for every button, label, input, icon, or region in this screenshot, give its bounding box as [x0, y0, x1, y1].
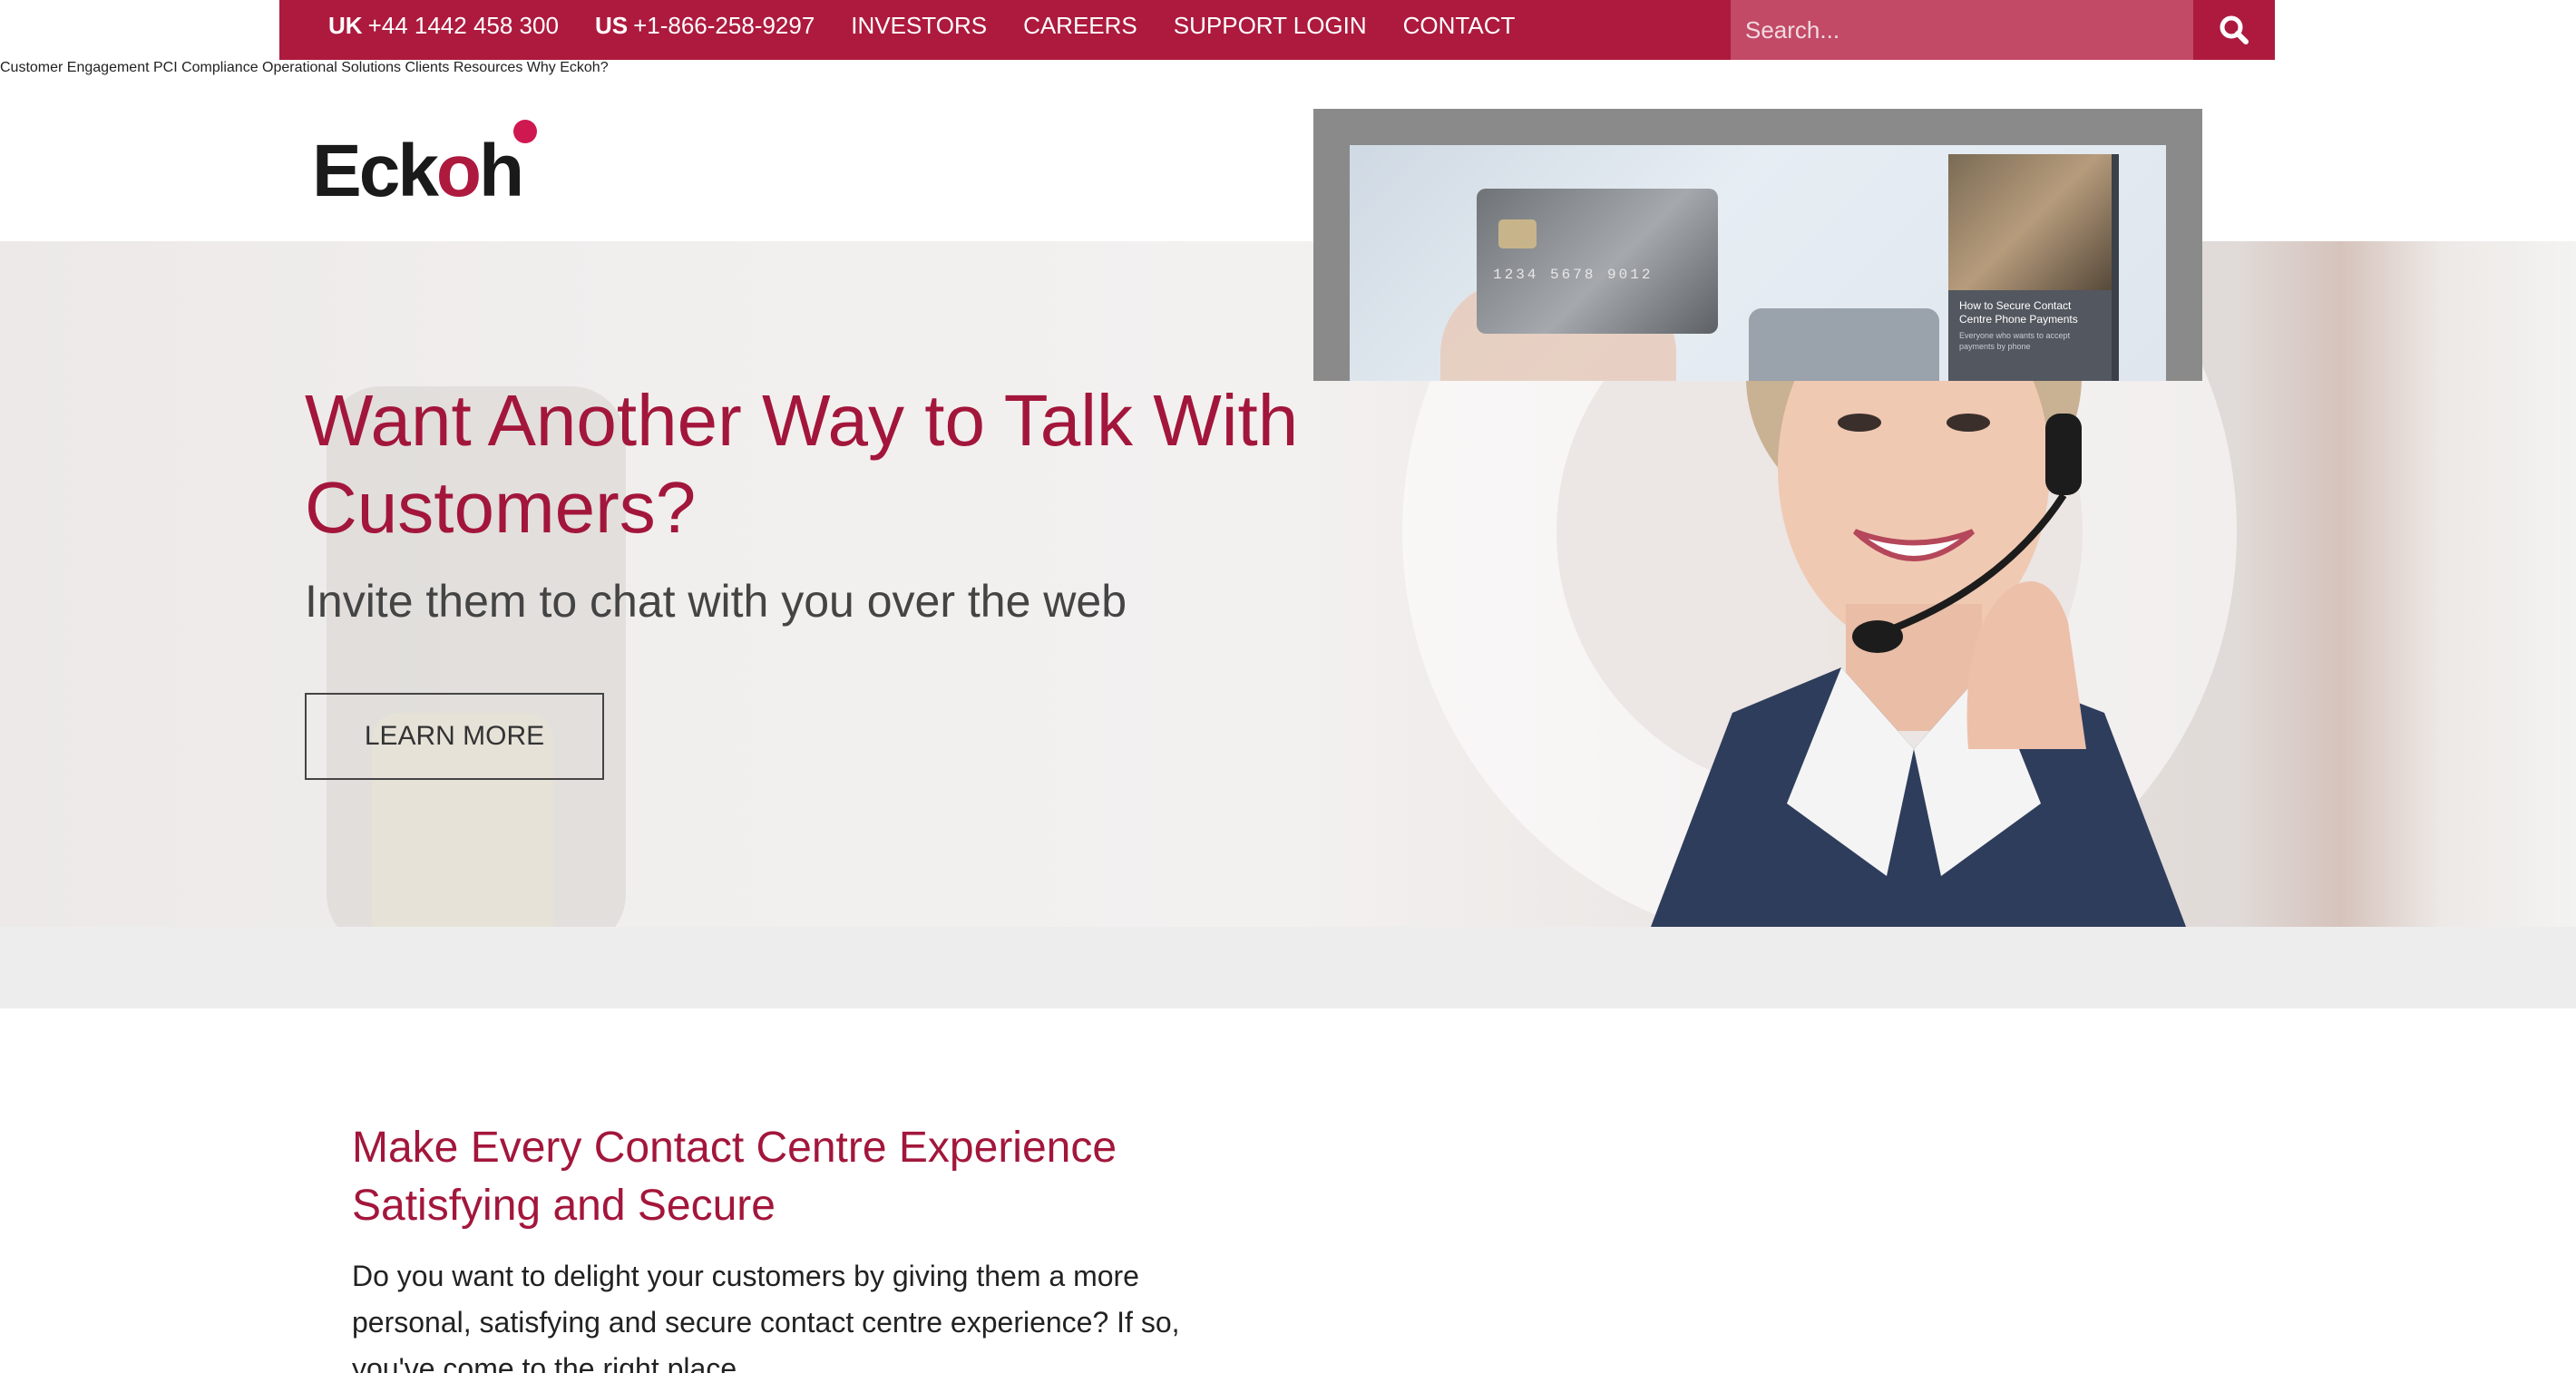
featured-media-image[interactable]: 1234 5678 9012 How to Secure Contact Cen… [1350, 145, 2166, 381]
utility-links: UK +44 1442 458 300 US +1-866-258-9297 INV… [328, 0, 1551, 51]
blurred-colleague-image [2240, 241, 2576, 927]
section-divider-band [0, 927, 2576, 1008]
uk-phone-link[interactable]: UK +44 1442 458 300 [328, 12, 559, 40]
section-paragraph: Do you want to delight your customers by… [352, 1260, 1180, 1373]
nav-why-eckoh[interactable]: Why Eckoh? [527, 60, 609, 75]
uk-phone: +44 1442 458 300 [367, 11, 559, 39]
card-number: 1234 5678 9012 [1493, 267, 1654, 283]
card-chip [1498, 219, 1537, 248]
tablet-device [1749, 308, 1939, 381]
eckoh-logo[interactable]: Eckoh [312, 120, 548, 219]
nav-pci-compliance[interactable]: PCI Compliance [153, 60, 259, 75]
investors-link[interactable]: INVESTORS [851, 12, 987, 40]
logo-wordmark: Eckoh [312, 130, 524, 212]
nav-resources[interactable]: Resources [454, 60, 522, 75]
nav-clients[interactable]: Clients [405, 60, 449, 75]
nav-operational-solutions[interactable]: Operational Solutions [262, 60, 401, 75]
hero-subtitle: Invite them to chat with you over the we… [305, 576, 1127, 627]
search-icon [2220, 15, 2249, 44]
nav-customer-engagement[interactable]: Customer Engagement [0, 60, 150, 75]
careers-link[interactable]: CAREERS [1023, 12, 1137, 40]
section-heading: Make Every Contact Centre Experience Sat… [352, 1124, 1117, 1230]
logo-dot [513, 120, 537, 143]
us-phone-link[interactable]: US +1-866-258-9297 [595, 12, 815, 40]
uk-label: UK [328, 11, 363, 39]
top-utility-bar: UK +44 1442 458 300 US +1-866-258-9297 INV… [279, 0, 2275, 60]
contact-link[interactable]: CONTACT [1403, 12, 1516, 40]
ebook-cover-photo [1948, 154, 2112, 290]
us-label: US [594, 11, 629, 39]
ebook-cover: How to Secure Contact Centre Phone Payme… [1948, 154, 2112, 381]
hero-title: Want Another Way to Talk With Customers? [305, 380, 1299, 548]
intro-section: Make Every Contact Centre Experience Sat… [0, 1008, 2576, 1373]
learn-more-button[interactable]: LEARN MORE [305, 693, 604, 780]
search-input[interactable] [1731, 0, 2193, 60]
ebook-subtitle: Everyone who wants to accept payments by… [1959, 331, 2071, 351]
ebook-title: How to Secure Contact Centre Phone Payme… [1959, 299, 2078, 326]
us-phone: +1-866-258-9297 [633, 11, 815, 39]
support-login-link[interactable]: SUPPORT LOGIN [1174, 12, 1367, 40]
credit-card-image: 1234 5678 9012 [1477, 189, 1718, 334]
search-button[interactable] [2193, 0, 2275, 60]
